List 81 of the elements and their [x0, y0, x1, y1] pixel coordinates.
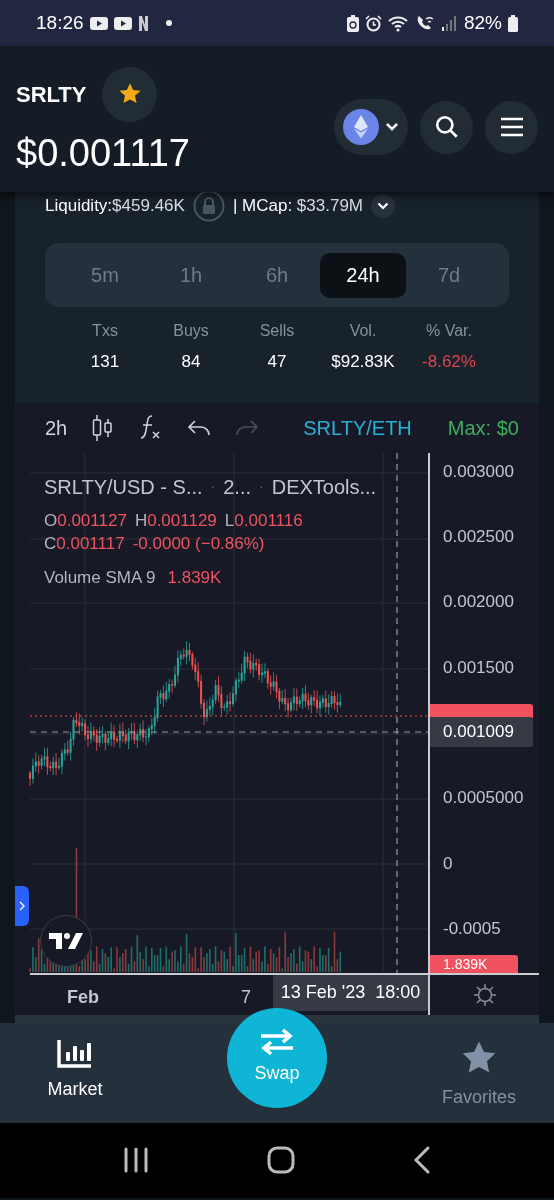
streaming-app-icon — [137, 15, 148, 31]
wifi-call-icon — [415, 14, 436, 32]
volume-tag: 1.839K — [430, 954, 518, 973]
price-axis-label: 0.0005000 — [443, 789, 524, 807]
video-app-icon — [89, 16, 108, 30]
price-axis-label: 0 — [443, 854, 453, 872]
price-axis-label: 0.002000 — [443, 593, 514, 611]
ohlc-value: H0.001129 — [134, 509, 217, 532]
lock-icon — [192, 190, 225, 222]
side-panel-toggle[interactable] — [15, 885, 29, 926]
period-tab[interactable]: 7d — [406, 252, 492, 298]
video-app-icon — [113, 16, 132, 30]
search-icon — [433, 114, 460, 140]
crosshair-time-label: 13 Feb '23 18:00 — [273, 974, 428, 1011]
price-change: -0.0000 (−0.86%) — [132, 532, 265, 555]
stat-label: % Var. — [426, 321, 472, 341]
price-axis-label: 0.003000 — [443, 462, 514, 480]
price-axis-label: -0.0005 — [443, 919, 501, 937]
separator-dot: · — [259, 477, 264, 496]
stat-value: 47 — [267, 351, 287, 373]
chevron-down-icon — [385, 122, 399, 132]
logo-icon — [49, 932, 83, 949]
bar-chart-icon — [57, 1039, 93, 1068]
indicator-value: 1.839K — [167, 566, 222, 589]
back-icon[interactable] — [413, 1146, 431, 1174]
battery-saver-icon — [346, 14, 359, 32]
period-tab[interactable]: 6h — [234, 252, 320, 298]
nav-item[interactable]: Market — [20, 1039, 130, 1103]
legend-title: 2... — [223, 474, 251, 500]
menu-icon — [498, 116, 525, 138]
stat-value: 131 — [90, 351, 120, 373]
max-price-text: Max: $0 — [447, 415, 519, 441]
market-cap-text: | MCap: $33.79M — [232, 195, 364, 218]
settings-icon[interactable] — [472, 982, 497, 1007]
period-tab[interactable]: 24h — [320, 252, 406, 298]
period-tab[interactable]: 1h — [148, 252, 234, 298]
price-axis-label: 0.002500 — [443, 528, 514, 545]
stat-label: Sells — [259, 321, 295, 341]
indicator-label: Volume SMA 9 — [44, 566, 156, 589]
menu-button[interactable] — [485, 100, 538, 154]
undo-icon[interactable] — [187, 417, 212, 438]
stat-value: 84 — [181, 351, 201, 373]
home-icon[interactable] — [267, 1146, 295, 1174]
legend-title: SRLTY/USD - S... — [44, 474, 203, 500]
crosshair-price-label: 0.001009 — [430, 716, 533, 747]
pair-link[interactable]: SRLTY/ETH — [303, 412, 412, 443]
battery-icon — [508, 14, 518, 32]
notification-dot-icon — [165, 20, 172, 26]
swap-button[interactable]: Swap — [227, 1007, 327, 1108]
token-price: $0.001117 — [16, 133, 190, 172]
period-tab[interactable]: 5m — [62, 252, 148, 298]
ohlc-value: L0.001116 — [224, 509, 303, 532]
ethereum-icon — [343, 109, 379, 145]
nav-item[interactable]: Favorites — [424, 1039, 534, 1111]
alarm-icon — [364, 14, 382, 32]
price-axis-label: 0.001500 — [443, 658, 514, 676]
signal-icon — [441, 15, 458, 31]
stat-label: Buys — [173, 321, 209, 341]
interval-button[interactable]: 2h — [45, 412, 68, 443]
chevron-right-icon — [19, 900, 25, 911]
clock: 18:26 — [36, 10, 84, 35]
ohlc-value: C0.001117 — [44, 532, 125, 555]
time-axis-label: 7 — [241, 985, 251, 1009]
stat-label: Vol. — [349, 321, 377, 341]
network-selector[interactable] — [334, 99, 408, 155]
recent-apps-icon[interactable] — [123, 1147, 149, 1173]
wifi-icon — [387, 14, 410, 32]
token-symbol: SRLTY — [16, 80, 87, 109]
chevron-down-icon — [377, 202, 390, 210]
stat-label: Txs — [92, 321, 118, 341]
legend-title: DEXTools... — [271, 474, 377, 500]
battery-percent: 82% — [463, 10, 502, 35]
stat-value: -8.62% — [422, 351, 476, 373]
expand-button[interactable] — [371, 194, 396, 218]
time-axis-label: Feb — [67, 985, 99, 1009]
stat-value: $92.83K — [331, 351, 395, 373]
liquidity-text: Liquidity:$459.46K — [45, 195, 185, 218]
separator-dot: · — [210, 477, 216, 496]
search-button[interactable] — [420, 100, 473, 154]
swap-arrows-icon — [259, 1028, 295, 1056]
ohlc-value: O0.001127 — [44, 509, 127, 532]
